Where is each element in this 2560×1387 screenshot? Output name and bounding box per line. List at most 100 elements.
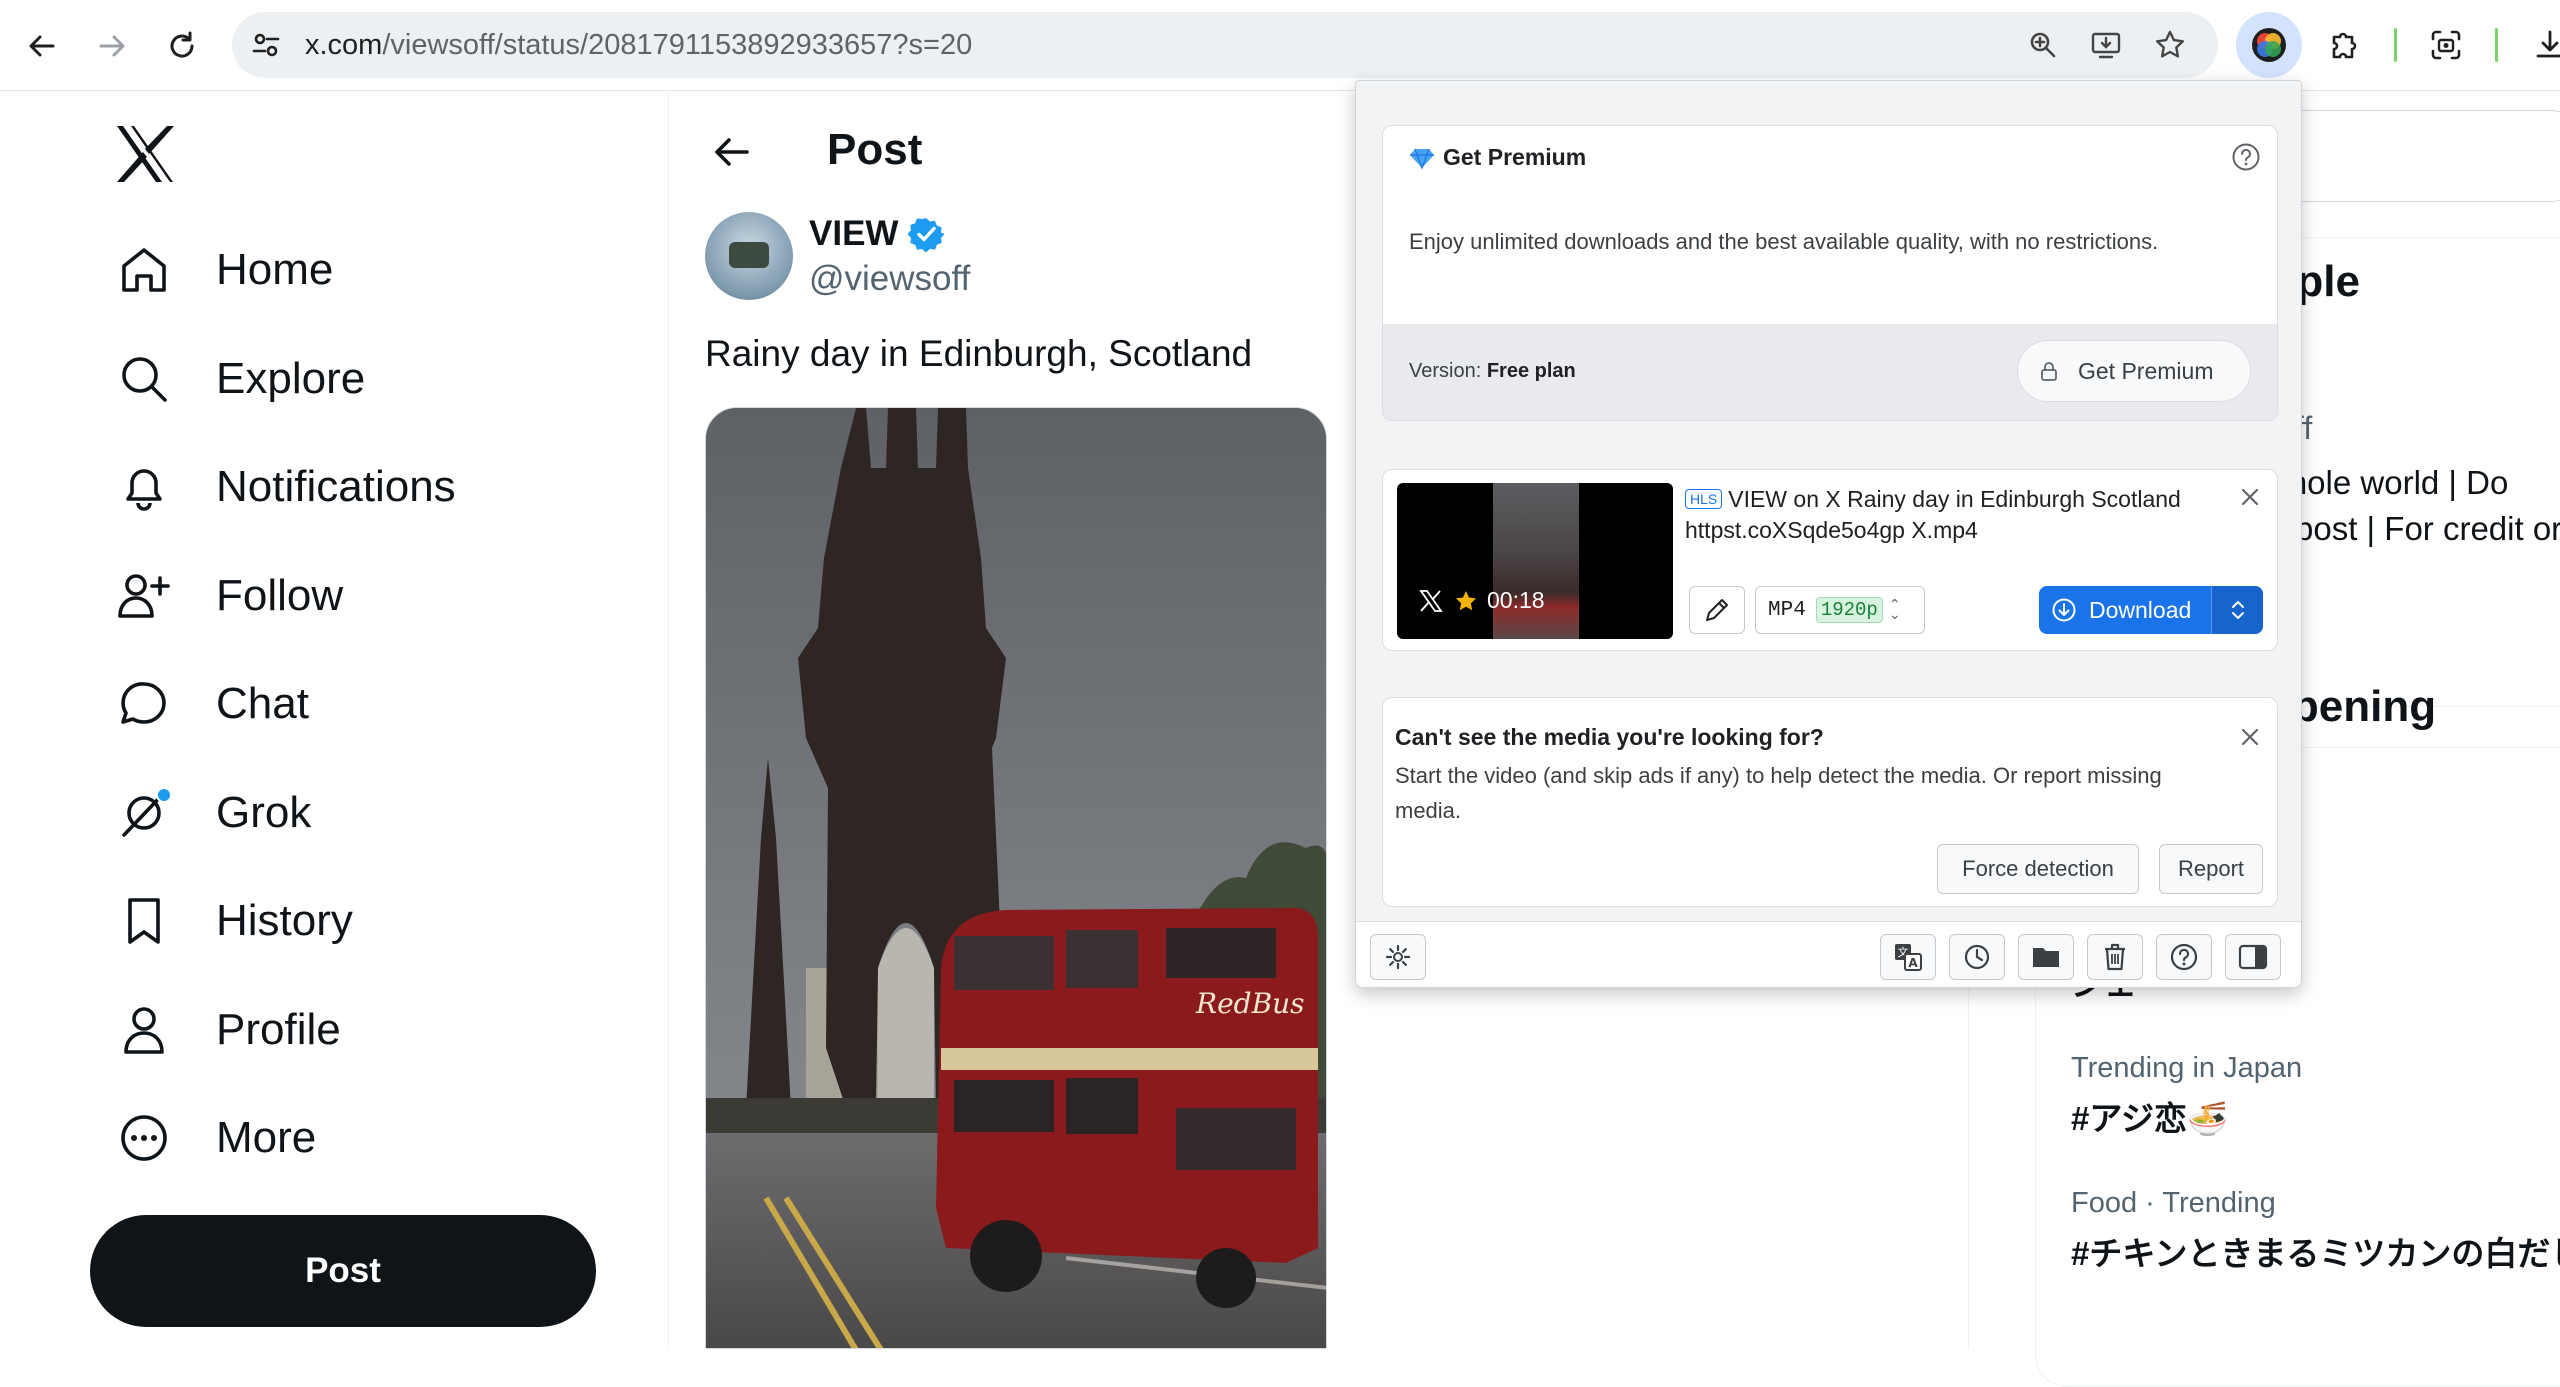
zoom-icon[interactable] [2026,28,2060,62]
x-logo-small-icon [1419,589,1443,612]
author-handle[interactable]: @viewsoff [809,257,970,301]
trash-icon[interactable] [2087,934,2143,980]
screenshot-icon[interactable] [2413,12,2479,78]
star-icon [1456,590,1476,610]
media-card: 00:18 HLS VIEW on X Rainy day in Edinburg… [1382,469,2278,651]
browser-toolbar: x.com/viewsoff/status/208179115389293365… [0,0,2560,91]
post-button[interactable]: Post [90,1215,596,1327]
format-value: MP4 [1768,598,1806,622]
help-circle-icon[interactable] [2231,142,2261,172]
nav-follow-label: Follow [216,571,344,620]
nav-explore[interactable]: Explore [116,339,365,419]
help-icon[interactable] [2156,934,2212,980]
page-title: Post [827,125,923,174]
premium-card: Get Premium Enjoy unlimited downloads an… [1382,125,2278,421]
missing-media-card: Can't see the media you're looking for? … [1382,697,2278,907]
trend1-name[interactable]: #アジ恋🍜 [2071,1092,2228,1140]
media-thumbnail[interactable]: 00:18 [1397,483,1673,639]
follow-icon [116,568,172,624]
grok-icon [116,785,172,841]
download-options-chevron-icon[interactable] [2211,586,2263,634]
nav-more[interactable]: More [116,1098,316,1178]
folder-icon[interactable] [2018,934,2074,980]
extension-downloader-icon[interactable] [2236,12,2302,78]
trend1-context: Trending in Japan [2071,1052,2303,1084]
translate-icon[interactable]: 文A [1880,934,1936,980]
trend2-context: Food · Trending [2071,1187,2276,1219]
history-clock-icon[interactable] [1949,934,2005,980]
media-title-text: VIEW on X Rainy day in Edinburgh Scotlan… [1685,486,2181,543]
profile-icon [116,1002,172,1058]
force-detection-button[interactable]: Force detection [1937,844,2139,894]
nav-follow[interactable]: Follow [116,556,343,636]
version-label: Version: [1409,360,1482,382]
nav-explore-label: Explore [216,354,366,403]
report-button[interactable]: Report [2159,844,2263,894]
forward-icon[interactable] [88,22,136,70]
missing-media-description: Start the video (and skip ads if any) to… [1395,763,2162,823]
nav-history[interactable]: History [116,881,353,961]
url-path: /viewsoff/status/2081791153892933657?s=2… [382,29,973,61]
tweet-media-image[interactable]: RedBus [705,407,1327,1349]
version-info: Version: Free plan [1409,360,1576,383]
download-button[interactable]: Download [2039,586,2211,634]
grok-notification-dot [156,787,172,803]
download-label: Download [2089,596,2192,623]
bookmark-star-icon[interactable] [2153,28,2187,62]
nav-chat[interactable]: Chat [116,664,309,744]
downloads-icon[interactable] [2517,12,2560,78]
chat-icon [116,676,172,732]
sidebar-panel-icon[interactable] [2225,934,2281,980]
reload-icon[interactable] [158,22,206,70]
nav-grok[interactable]: Grok [116,773,311,853]
premium-title-text: Get Premium [1443,144,1587,170]
nav-profile[interactable]: Profile [116,990,341,1070]
install-app-icon[interactable] [2089,28,2123,62]
lock-icon [2041,362,2057,381]
premium-description: Enjoy unlimited downloads and the best a… [1409,229,2159,254]
x-logo-icon[interactable] [113,124,177,184]
toolbar-separator [2495,28,2498,62]
back-arrow-icon[interactable] [707,128,755,176]
version-value: Free plan [1486,360,1576,382]
nav-chat-label: Chat [216,679,309,728]
url-text[interactable]: x.com/viewsoff/status/208179115389293365… [305,28,972,62]
address-bar[interactable]: x.com/viewsoff/status/208179115389293365… [232,12,2218,78]
media-title: HLS VIEW on X Rainy day in Edinburgh Scot… [1685,484,2205,546]
nav-grok-label: Grok [216,788,312,837]
get-premium-button[interactable]: Get Premium [2017,340,2251,402]
close-icon[interactable] [2237,484,2263,510]
nav-home-label: Home [216,245,334,294]
bell-icon [116,459,172,515]
extensions-puzzle-icon[interactable] [2311,12,2377,78]
missing-media-title: Can't see the media you're looking for? [1395,724,1824,750]
nav-profile-label: Profile [216,1005,341,1054]
pencil-icon [1706,599,1728,621]
thumbnail-image [1493,483,1579,639]
bus-sign-text: RedBus [1195,987,1305,1020]
download-button-group: Download [2039,586,2263,634]
edinburgh-photo: RedBus [706,408,1326,1348]
popup-bottom-bar: 文A [1356,921,2301,987]
bio-line-2: post | For credit or [2295,510,2560,547]
more-icon [116,1110,172,1166]
author-name[interactable]: VIEW [809,212,945,256]
avatar[interactable] [705,212,793,300]
site-settings-icon[interactable] [250,29,282,61]
settings-icon[interactable] [1370,934,1426,980]
verified-badge-icon [908,218,945,252]
close-icon[interactable] [2237,724,2263,750]
nav-home[interactable]: Home [116,230,333,310]
diamond-icon [1410,148,1434,169]
thumbnail-overlay: 00:18 [1419,587,1545,614]
duration-text: 00:18 [1487,587,1545,613]
trend2-name[interactable]: #チキンときまるミツカンの白だし [2071,1227,2560,1275]
trend1-emoji: 🍜 [2187,1100,2229,1137]
url-host: x.com [305,29,383,61]
rename-button[interactable] [1689,586,1745,634]
format-select[interactable]: MP4 1920p ⌃ ⌄ [1755,586,1925,634]
back-icon[interactable] [18,22,66,70]
x-sidebar: Home Explore Notifications Follow Chat G… [0,92,668,1349]
nav-more-label: More [216,1113,317,1162]
nav-notifications[interactable]: Notifications [116,447,456,527]
